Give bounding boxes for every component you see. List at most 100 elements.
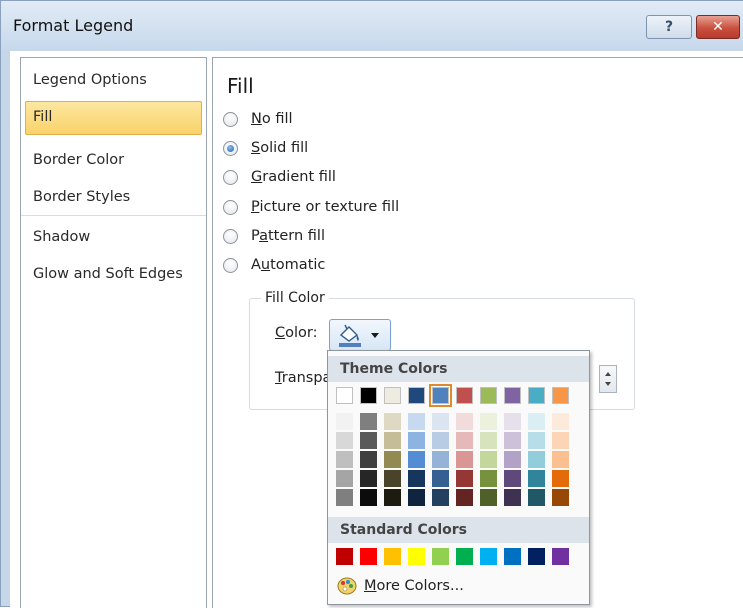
radio-gradient-fill[interactable]: Gradient fill	[223, 166, 336, 188]
title-bar[interactable]: Format Legend ? ✕	[1, 1, 743, 51]
theme-shade-swatch[interactable]	[384, 451, 401, 468]
theme-shade-swatch[interactable]	[552, 432, 569, 449]
theme-shade-swatch[interactable]	[408, 489, 425, 506]
standard-color-swatch[interactable]	[552, 548, 569, 565]
nav-item-fill[interactable]: Fill	[25, 101, 202, 135]
nav-item-border-styles[interactable]: Border Styles	[25, 181, 202, 215]
radio-button[interactable]	[223, 228, 238, 244]
standard-color-swatch[interactable]	[408, 548, 425, 565]
theme-shade-swatch[interactable]	[432, 470, 449, 487]
transparency-spinner[interactable]	[599, 365, 617, 393]
theme-shade-swatch[interactable]	[528, 413, 545, 430]
theme-shade-swatch[interactable]	[360, 489, 377, 506]
theme-shade-swatch[interactable]	[360, 432, 377, 449]
theme-shade-swatch[interactable]	[408, 451, 425, 468]
radio-button[interactable]	[223, 257, 238, 273]
theme-shade-swatch[interactable]	[384, 413, 401, 430]
nav-item-shadow[interactable]: Shadow	[25, 221, 202, 255]
theme-color-swatch[interactable]	[504, 387, 521, 404]
theme-shade-swatch[interactable]	[528, 451, 545, 468]
theme-shade-swatch[interactable]	[504, 432, 521, 449]
theme-shade-swatch[interactable]	[480, 489, 497, 506]
theme-shade-swatch[interactable]	[528, 489, 545, 506]
nav-item-legend-options[interactable]: Legend Options	[25, 64, 202, 98]
close-button[interactable]: ✕	[696, 15, 740, 39]
radio-pattern-fill[interactable]: Pattern fill	[223, 225, 325, 247]
spin-down-icon[interactable]	[605, 382, 611, 386]
theme-color-swatch[interactable]	[528, 387, 545, 404]
theme-color-swatch[interactable]	[429, 384, 452, 407]
theme-shade-swatch[interactable]	[456, 470, 473, 487]
theme-shade-swatch[interactable]	[360, 451, 377, 468]
theme-shade-swatch[interactable]	[456, 451, 473, 468]
theme-shade-swatch[interactable]	[360, 470, 377, 487]
theme-color-swatch[interactable]	[336, 387, 353, 404]
radio-button-selected[interactable]	[223, 140, 238, 156]
spin-up-icon[interactable]	[605, 372, 611, 376]
theme-shade-swatch[interactable]	[384, 470, 401, 487]
paint-bucket-icon	[339, 324, 361, 347]
color-picker-button[interactable]	[329, 319, 391, 351]
more-colors-button[interactable]: More Colors...	[336, 575, 464, 597]
theme-shade-swatch[interactable]	[408, 432, 425, 449]
help-button[interactable]: ?	[646, 15, 692, 39]
section-title: Fill	[227, 74, 254, 98]
theme-shade-swatch[interactable]	[552, 451, 569, 468]
standard-color-swatch[interactable]	[456, 548, 473, 565]
theme-shade-swatch[interactable]	[432, 451, 449, 468]
theme-color-swatch[interactable]	[480, 387, 497, 404]
theme-shade-swatch[interactable]	[480, 470, 497, 487]
theme-color-swatch[interactable]	[408, 387, 425, 404]
theme-shade-swatch[interactable]	[336, 432, 353, 449]
theme-shade-swatch[interactable]	[480, 413, 497, 430]
theme-shade-swatch[interactable]	[408, 413, 425, 430]
close-icon: ✕	[712, 19, 724, 35]
theme-shade-swatch[interactable]	[360, 413, 377, 430]
standard-color-swatch[interactable]	[336, 548, 353, 565]
theme-shade-swatch[interactable]	[432, 413, 449, 430]
theme-color-swatch[interactable]	[552, 387, 569, 404]
theme-color-swatch[interactable]	[360, 387, 377, 404]
theme-shade-swatch[interactable]	[384, 489, 401, 506]
theme-shade-swatch[interactable]	[336, 413, 353, 430]
nav-item-border-color[interactable]: Border Color	[25, 144, 202, 178]
theme-shade-swatch[interactable]	[336, 451, 353, 468]
theme-shade-swatch[interactable]	[432, 432, 449, 449]
theme-shade-swatch[interactable]	[504, 451, 521, 468]
theme-shade-swatch[interactable]	[336, 489, 353, 506]
theme-color-swatch[interactable]	[456, 387, 473, 404]
nav-item-glow-soft-edges[interactable]: Glow and Soft Edges	[25, 258, 202, 292]
radio-button[interactable]	[223, 111, 238, 127]
theme-shade-swatch[interactable]	[456, 432, 473, 449]
theme-shade-swatch[interactable]	[528, 470, 545, 487]
theme-shade-swatch[interactable]	[408, 470, 425, 487]
theme-shade-swatch[interactable]	[480, 451, 497, 468]
format-legend-dialog: Format Legend ? ✕ Legend Options Fill Bo…	[0, 0, 743, 608]
theme-shade-swatch[interactable]	[504, 413, 521, 430]
theme-shade-swatch[interactable]	[504, 470, 521, 487]
theme-shade-swatch[interactable]	[456, 413, 473, 430]
theme-color-swatch[interactable]	[384, 387, 401, 404]
theme-shade-swatch[interactable]	[552, 489, 569, 506]
standard-color-swatch[interactable]	[480, 548, 497, 565]
standard-color-swatch[interactable]	[360, 548, 377, 565]
standard-color-swatch[interactable]	[528, 548, 545, 565]
radio-solid-fill[interactable]: Solid fill	[223, 137, 308, 159]
theme-shade-swatch[interactable]	[552, 470, 569, 487]
theme-shade-swatch[interactable]	[552, 413, 569, 430]
theme-shade-swatch[interactable]	[432, 489, 449, 506]
standard-color-swatch[interactable]	[432, 548, 449, 565]
theme-shade-swatch[interactable]	[480, 432, 497, 449]
radio-button[interactable]	[223, 199, 238, 215]
radio-button[interactable]	[223, 169, 238, 185]
theme-shade-swatch[interactable]	[336, 470, 353, 487]
standard-color-swatch[interactable]	[504, 548, 521, 565]
radio-picture-texture-fill[interactable]: Picture or texture fill	[223, 196, 399, 218]
radio-automatic[interactable]: Automatic	[223, 254, 325, 276]
standard-color-swatch[interactable]	[384, 548, 401, 565]
theme-shade-swatch[interactable]	[384, 432, 401, 449]
theme-shade-swatch[interactable]	[456, 489, 473, 506]
radio-no-fill[interactable]: No fill	[223, 108, 293, 130]
theme-shade-swatch[interactable]	[528, 432, 545, 449]
theme-shade-swatch[interactable]	[504, 489, 521, 506]
